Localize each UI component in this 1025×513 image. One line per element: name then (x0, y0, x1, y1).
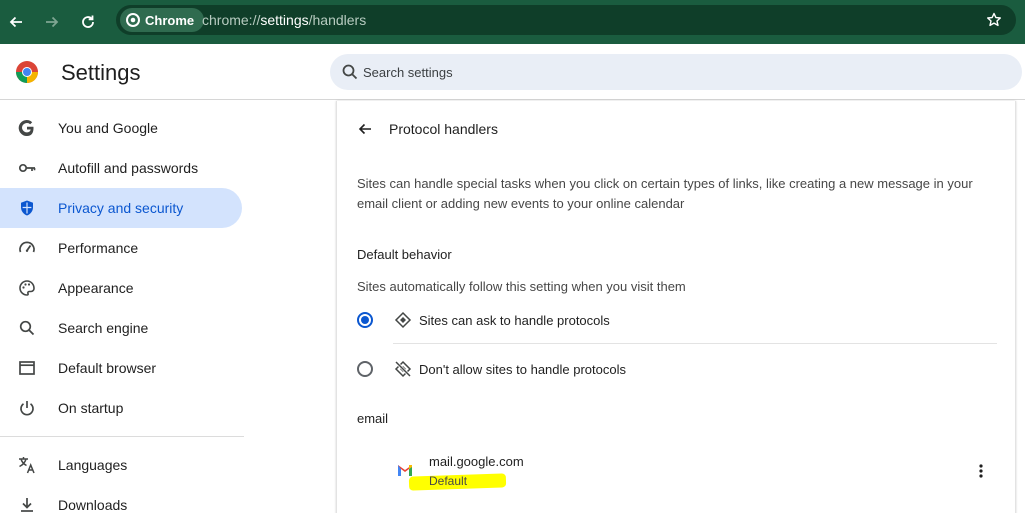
sidebar-item-label: You and Google (58, 120, 158, 136)
arrow-left-icon (9, 16, 22, 28)
chrome-logo-icon (16, 61, 38, 83)
default-behavior-subheading: Sites automatically follow this setting … (357, 279, 686, 294)
sidebar-item-search-engine[interactable]: Search engine (0, 308, 242, 348)
sidebar-item-label: Search engine (58, 320, 149, 336)
search-icon (342, 64, 358, 80)
sidebar-item-on-startup[interactable]: On startup (0, 388, 242, 428)
shield-icon (17, 198, 37, 218)
reload-button[interactable] (74, 8, 102, 36)
sidebar-item-label: Downloads (58, 497, 128, 513)
option-divider (393, 343, 997, 344)
description-text: Sites can handle special tasks when you … (357, 176, 973, 211)
handler-default-label: Default (429, 474, 468, 488)
sidebar-item-default-browser[interactable]: Default browser (0, 348, 242, 388)
sidebar-item-autofill[interactable]: Autofill and passwords (0, 148, 242, 188)
reload-icon (82, 15, 94, 28)
email-section-heading: email (357, 411, 389, 426)
gmail-icon (398, 465, 412, 476)
speedometer-icon (17, 238, 37, 258)
bookmark-button[interactable] (984, 10, 1004, 30)
sidebar-item-label: Appearance (58, 280, 134, 296)
back-button[interactable] (2, 8, 30, 36)
arrow-right-icon (46, 16, 59, 28)
search-icon (17, 318, 37, 338)
more-actions-button[interactable] (969, 459, 993, 483)
option-label-allow[interactable]: Sites can ask to handle protocols (419, 313, 610, 328)
browser-toolbar: Chrome chrome://settings/handlers (0, 0, 1025, 44)
protocol-handler-icon (393, 310, 413, 330)
url-path: settings (260, 12, 309, 28)
sidebar-item-languages[interactable]: Languages (0, 445, 242, 485)
key-icon (17, 158, 37, 178)
sidebar-item-label: Performance (58, 240, 139, 256)
sidebar-divider (0, 436, 244, 437)
sidebar-item-label: Languages (58, 457, 128, 473)
url-scheme: chrome:// (202, 12, 261, 28)
translate-icon (17, 455, 37, 475)
search-input[interactable] (363, 63, 963, 81)
back-arrow-button[interactable] (353, 117, 377, 141)
more-vert-icon (979, 464, 983, 478)
default-behavior-heading: Default behavior (357, 247, 452, 262)
sidebar-item-label: Default browser (58, 360, 157, 376)
palette-icon (17, 278, 37, 298)
google-g-icon (17, 118, 37, 138)
protocol-handler-off-icon (393, 359, 413, 379)
star-icon (987, 12, 1001, 27)
forward-button[interactable] (38, 8, 66, 36)
arrow-left-icon (358, 123, 371, 135)
search-box[interactable] (330, 54, 1022, 90)
subpage-title: Protocol handlers (389, 121, 498, 137)
sidebar-item-appearance[interactable]: Appearance (0, 268, 242, 308)
sidebar-item-label: On startup (58, 400, 124, 416)
site-info-chip[interactable]: Chrome (120, 8, 205, 32)
sidebar-item-label: Autofill and passwords (58, 160, 199, 176)
browser-window-icon (17, 358, 37, 378)
site-chip-label: Chrome (145, 12, 195, 28)
protocol-handlers-card: Protocol handlers Sites can handle speci… (336, 101, 1016, 513)
url-rest: /handlers (308, 12, 367, 28)
sidebar-item-downloads[interactable]: Downloads (0, 485, 242, 513)
option-label-block[interactable]: Don't allow sites to handle protocols (419, 362, 626, 377)
address-bar[interactable]: Chrome chrome://settings/handlers (116, 5, 1016, 35)
page-title: Settings (61, 60, 141, 85)
radio-allow-ask[interactable] (357, 312, 373, 328)
settings-header: Settings (0, 44, 1025, 100)
settings-sidebar: You and Google Autofill and passwords Pr… (0, 101, 260, 513)
download-icon (17, 495, 37, 513)
sidebar-item-privacy-security[interactable]: Privacy and security (0, 188, 242, 228)
sidebar-item-label: Privacy and security (58, 200, 184, 216)
handler-site: mail.google.com (429, 454, 524, 469)
url-text[interactable]: chrome://settings/handlers (202, 12, 366, 28)
sidebar-item-performance[interactable]: Performance (0, 228, 242, 268)
radio-block[interactable] (357, 361, 373, 377)
power-icon (17, 398, 37, 418)
sidebar-item-you-and-google[interactable]: You and Google (0, 108, 242, 148)
chrome-icon (126, 13, 140, 27)
